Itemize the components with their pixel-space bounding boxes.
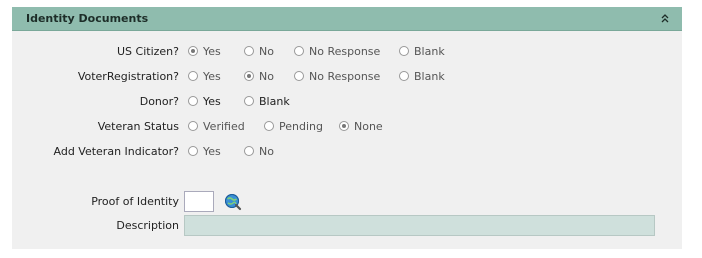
us-citizen-no-response-option[interactable]: No Response: [294, 45, 380, 58]
donor-yes-radio[interactable]: [188, 96, 198, 106]
voter-registration-row: VoterRegistration? Yes No No Response Bl…: [12, 68, 682, 86]
voter-registration-no-option[interactable]: No: [244, 70, 274, 83]
veteran-status-label: Veteran Status: [97, 120, 179, 133]
donor-label: Donor?: [139, 95, 179, 108]
proof-of-identity-input[interactable]: [184, 191, 214, 212]
identity-documents-panel: Identity Documents US Citizen? Yes No No…: [12, 7, 682, 249]
donor-row: Donor? Yes Blank: [12, 93, 682, 111]
us-citizen-blank-option[interactable]: Blank: [399, 45, 445, 58]
voter-registration-no-response-radio[interactable]: [294, 71, 304, 81]
veteran-status-pending-option[interactable]: Pending: [264, 120, 323, 133]
description-label: Description: [116, 219, 179, 232]
veteran-status-none-option[interactable]: None: [339, 120, 383, 133]
voter-registration-blank-radio[interactable]: [399, 71, 409, 81]
us-citizen-label: US Citizen?: [117, 45, 179, 58]
voter-registration-blank-option[interactable]: Blank: [399, 70, 445, 83]
voter-registration-no-radio[interactable]: [244, 71, 254, 81]
add-veteran-indicator-no-option[interactable]: No: [244, 145, 274, 158]
proof-of-identity-row: Proof of Identity: [12, 191, 682, 213]
add-veteran-indicator-label: Add Veteran Indicator?: [53, 145, 180, 158]
donor-blank-radio[interactable]: [244, 96, 254, 106]
voter-registration-yes-radio[interactable]: [188, 71, 198, 81]
add-veteran-indicator-row: Add Veteran Indicator? Yes No: [12, 143, 682, 161]
voter-registration-label: VoterRegistration?: [77, 70, 179, 83]
panel-title: Identity Documents: [26, 12, 149, 25]
description-input[interactable]: [184, 215, 655, 236]
globe-search-icon[interactable]: [224, 193, 242, 211]
veteran-status-row: Veteran Status Verified Pending None: [12, 118, 682, 136]
donor-yes-option[interactable]: Yes: [188, 95, 221, 108]
us-citizen-no-response-radio[interactable]: [294, 46, 304, 56]
add-veteran-indicator-yes-radio[interactable]: [188, 146, 198, 156]
voter-registration-no-response-option[interactable]: No Response: [294, 70, 380, 83]
add-veteran-indicator-yes-option[interactable]: Yes: [188, 145, 221, 158]
veteran-status-none-radio[interactable]: [339, 121, 349, 131]
us-citizen-no-radio[interactable]: [244, 46, 254, 56]
double-chevron-up-icon[interactable]: [658, 11, 672, 25]
voter-registration-yes-option[interactable]: Yes: [188, 70, 221, 83]
veteran-status-verified-option[interactable]: Verified: [188, 120, 245, 133]
panel-header: Identity Documents: [12, 7, 682, 31]
us-citizen-yes-option[interactable]: Yes: [188, 45, 221, 58]
veteran-status-verified-radio[interactable]: [188, 121, 198, 131]
donor-blank-option[interactable]: Blank: [244, 95, 290, 108]
us-citizen-row: US Citizen? Yes No No Response Blank: [12, 43, 682, 61]
us-citizen-yes-radio[interactable]: [188, 46, 198, 56]
us-citizen-blank-radio[interactable]: [399, 46, 409, 56]
proof-of-identity-label: Proof of Identity: [91, 195, 179, 208]
add-veteran-indicator-no-radio[interactable]: [244, 146, 254, 156]
us-citizen-no-option[interactable]: No: [244, 45, 274, 58]
veteran-status-pending-radio[interactable]: [264, 121, 274, 131]
description-row: Description: [12, 215, 682, 237]
